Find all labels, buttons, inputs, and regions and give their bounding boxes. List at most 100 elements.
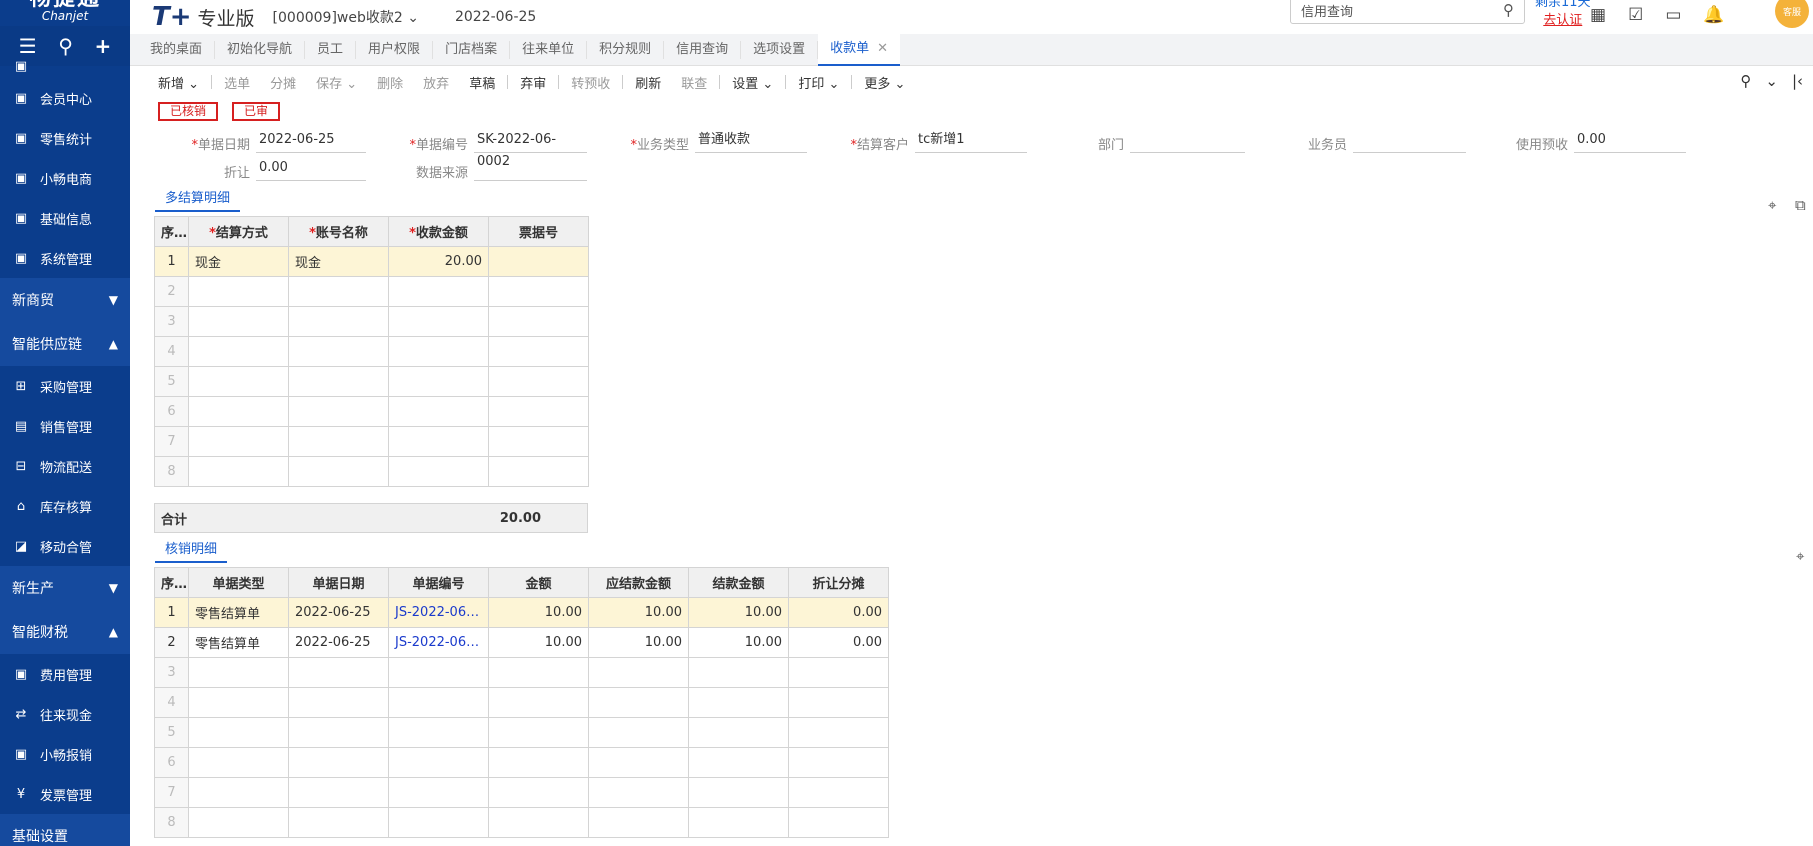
table-cell[interactable] — [588, 747, 689, 778]
table-cell[interactable] — [288, 426, 389, 457]
new-button[interactable]: 新增 ⌄ — [148, 73, 209, 92]
customer-input[interactable]: tc新增1 — [915, 129, 1027, 153]
calculator-icon[interactable]: ▦ — [1590, 5, 1606, 25]
draft-button[interactable]: 草稿 — [459, 73, 505, 92]
sidebar-item-basic-info[interactable]: ▣ 基础信息 — [0, 198, 130, 238]
settlement-section-title[interactable]: 多结算明细 — [155, 187, 241, 212]
tab-option-settings[interactable]: 选项设置 — [741, 40, 819, 59]
table-cell[interactable] — [188, 747, 289, 778]
linked-query-button[interactable]: 联查 — [671, 73, 717, 92]
dept-input[interactable] — [1130, 129, 1245, 153]
sidebar-item-reimburse[interactable]: ▣ 小畅报销 — [0, 734, 130, 774]
table-cell[interactable] — [488, 456, 589, 487]
table-cell[interactable] — [188, 807, 289, 838]
table-cell[interactable] — [488, 807, 589, 838]
print-button[interactable]: 打印 ⌄ — [788, 73, 849, 92]
table-cell[interactable] — [188, 426, 289, 457]
table-row[interactable]: 6 — [154, 396, 589, 427]
table-cell[interactable] — [588, 777, 689, 808]
table-cell[interactable]: 现金 — [188, 246, 289, 277]
source-input[interactable] — [474, 157, 587, 181]
close-icon[interactable]: ✕ — [877, 33, 888, 65]
table-cell[interactable] — [788, 657, 889, 688]
delete-button[interactable]: 删除 — [367, 73, 413, 92]
search-icon[interactable]: ⚲ — [58, 34, 73, 58]
first-page-icon[interactable]: |‹ — [1792, 72, 1803, 90]
table-cell[interactable] — [388, 807, 489, 838]
sidebar-item-member-center[interactable]: ▣ 会员中心 — [0, 78, 130, 118]
table-cell[interactable] — [688, 717, 789, 748]
table-cell[interactable] — [288, 456, 389, 487]
zoom-search-icon[interactable]: ⚲ — [1740, 72, 1751, 90]
sidebar-group-finance[interactable]: 智能财税 ▲ — [0, 610, 130, 654]
writeoff-section-title[interactable]: 核销明细 — [155, 538, 228, 563]
table-cell[interactable] — [788, 717, 889, 748]
table-cell[interactable] — [188, 336, 289, 367]
table-cell[interactable]: 现金 — [288, 246, 389, 277]
sidebar-group-trade[interactable]: 新商贸 ▼ — [0, 278, 130, 322]
table-cell[interactable] — [688, 747, 789, 778]
table-cell[interactable] — [488, 687, 589, 718]
table-cell[interactable] — [488, 246, 589, 277]
sidebar-item-sales[interactable]: ▤ 销售管理 — [0, 406, 130, 446]
sidebar-item-purchase[interactable]: ⊞ 采购管理 — [0, 366, 130, 406]
sidebar-group-production[interactable]: 新生产 ▼ — [0, 566, 130, 610]
biztype-select[interactable]: 普通收款 — [695, 129, 807, 153]
table-cell[interactable]: 零售结算单 — [188, 597, 289, 628]
table-cell[interactable] — [788, 807, 889, 838]
table-cell[interactable] — [188, 366, 289, 397]
table-cell[interactable] — [488, 276, 589, 307]
table-row[interactable]: 5 — [154, 717, 889, 748]
table-cell[interactable] — [288, 396, 389, 427]
table-cell[interactable] — [488, 747, 589, 778]
menu-icon[interactable]: ☰ — [19, 34, 37, 58]
table-cell[interactable] — [188, 306, 289, 337]
table-cell[interactable]: 10.00 — [488, 597, 589, 628]
table-cell[interactable] — [588, 807, 689, 838]
sidebar-group-supply-chain[interactable]: 智能供应链 ▲ — [0, 322, 130, 366]
date-input[interactable]: 2022-06-25 — [256, 129, 366, 153]
table-row[interactable]: 5 — [154, 366, 589, 397]
tab-points-rules[interactable]: 积分规则 — [587, 40, 665, 59]
table-cell[interactable] — [688, 777, 789, 808]
verify-link[interactable]: 去认证 — [1535, 12, 1591, 30]
table-cell[interactable]: 2022-06-25 — [288, 597, 389, 628]
table-cell[interactable] — [188, 456, 289, 487]
table-cell[interactable] — [188, 396, 289, 427]
select-button[interactable]: 选单 — [214, 73, 260, 92]
table-cell[interactable] — [388, 456, 489, 487]
table-cell[interactable]: 10.00 — [588, 627, 689, 658]
chevron-down-icon[interactable]: ⌄ — [1765, 72, 1778, 90]
sidebar-item-invoice[interactable]: ¥ 发票管理 — [0, 774, 130, 814]
sidebar-item-inventory[interactable]: ⌂ 库存核算 — [0, 486, 130, 526]
table-cell[interactable] — [488, 717, 589, 748]
table-cell[interactable] — [388, 687, 489, 718]
search-input[interactable]: 信用查询 ⚲ — [1290, 0, 1525, 24]
table-cell[interactable] — [188, 777, 289, 808]
table-cell[interactable] — [288, 777, 389, 808]
sidebar-group-basic-settings[interactable]: 基础设置 — [0, 814, 130, 846]
table-cell[interactable]: 0.00 — [788, 627, 889, 658]
table-cell[interactable]: 20.00 — [388, 246, 489, 277]
discard-button[interactable]: 放弃 — [413, 73, 459, 92]
table-cell[interactable] — [588, 717, 689, 748]
table-row[interactable]: 4 — [154, 687, 889, 718]
table-cell[interactable] — [288, 687, 389, 718]
table-row[interactable]: 6 — [154, 747, 889, 778]
table-row[interactable]: 1 零售结算单 2022-06-25 JS-2022-06-0... 10.00… — [154, 597, 889, 628]
table-cell[interactable]: 2022-06-25 — [288, 627, 389, 658]
table-cell[interactable] — [188, 276, 289, 307]
save-button[interactable]: 保存 ⌄ — [306, 73, 367, 92]
table-cell[interactable] — [288, 336, 389, 367]
location-pin-icon[interactable]: ⌖ — [1768, 196, 1776, 214]
table-row[interactable]: 2 零售结算单 2022-06-25 JS-2022-06-0... 10.00… — [154, 627, 889, 658]
table-cell[interactable] — [288, 306, 389, 337]
tab-init-nav[interactable]: 初始化导航 — [215, 40, 306, 59]
table-row[interactable]: 7 — [154, 777, 889, 808]
table-row[interactable]: 8 — [154, 807, 889, 838]
tab-partners[interactable]: 往来单位 — [510, 40, 588, 59]
table-cell[interactable] — [188, 687, 289, 718]
settings-button[interactable]: 设置 ⌄ — [722, 73, 783, 92]
table-cell[interactable] — [388, 717, 489, 748]
account-selector[interactable]: [000009]web收款2 ⌄ — [273, 7, 419, 27]
